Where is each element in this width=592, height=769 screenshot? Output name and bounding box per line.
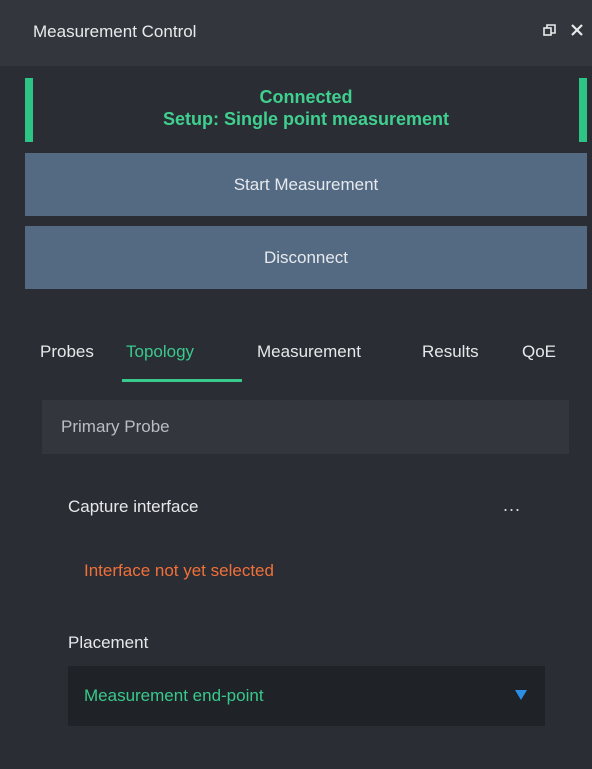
disconnect-button[interactable]: Disconnect — [25, 226, 587, 289]
title-bar: Measurement Control — [0, 0, 592, 66]
close-icon[interactable] — [568, 20, 586, 40]
dropdown-arrow-icon — [515, 690, 527, 700]
capture-interface-more-button[interactable]: ... — [503, 495, 521, 516]
placement-dropdown[interactable]: Measurement end-point — [68, 666, 545, 726]
measurement-control-panel: Measurement Control Connected Setup: Sin… — [0, 0, 592, 769]
title-bar-icons — [540, 20, 586, 40]
connection-status: Connected Setup: Single point measuremen… — [25, 78, 587, 142]
restore-icon[interactable] — [540, 20, 558, 40]
panel-title: Measurement Control — [33, 22, 197, 41]
tab-probes[interactable]: Probes — [40, 342, 94, 362]
tab-topology[interactable]: Topology — [126, 342, 194, 362]
capture-interface-label: Capture interface — [68, 497, 199, 516]
status-setup: Setup: Single point measurement — [162, 109, 450, 129]
start-measurement-button[interactable]: Start Measurement — [25, 153, 587, 216]
status-connected: Connected — [259, 87, 353, 107]
placement-value: Measurement end-point — [84, 686, 264, 705]
tab-bar: Probes Topology Measurement Results QoE — [0, 334, 592, 384]
tab-qoe[interactable]: QoE — [522, 342, 556, 362]
tab-measurement[interactable]: Measurement — [257, 342, 361, 362]
status-text: Connected Setup: Single point measuremen… — [25, 86, 587, 130]
interface-warning: Interface not yet selected — [84, 561, 274, 580]
active-tab-underline — [122, 379, 242, 382]
primary-probe-label: Primary Probe — [61, 417, 170, 436]
primary-probe-header: Primary Probe — [42, 400, 569, 454]
placement-label: Placement — [68, 633, 149, 652]
status-indicator-right — [579, 78, 587, 142]
tab-results[interactable]: Results — [422, 342, 479, 362]
